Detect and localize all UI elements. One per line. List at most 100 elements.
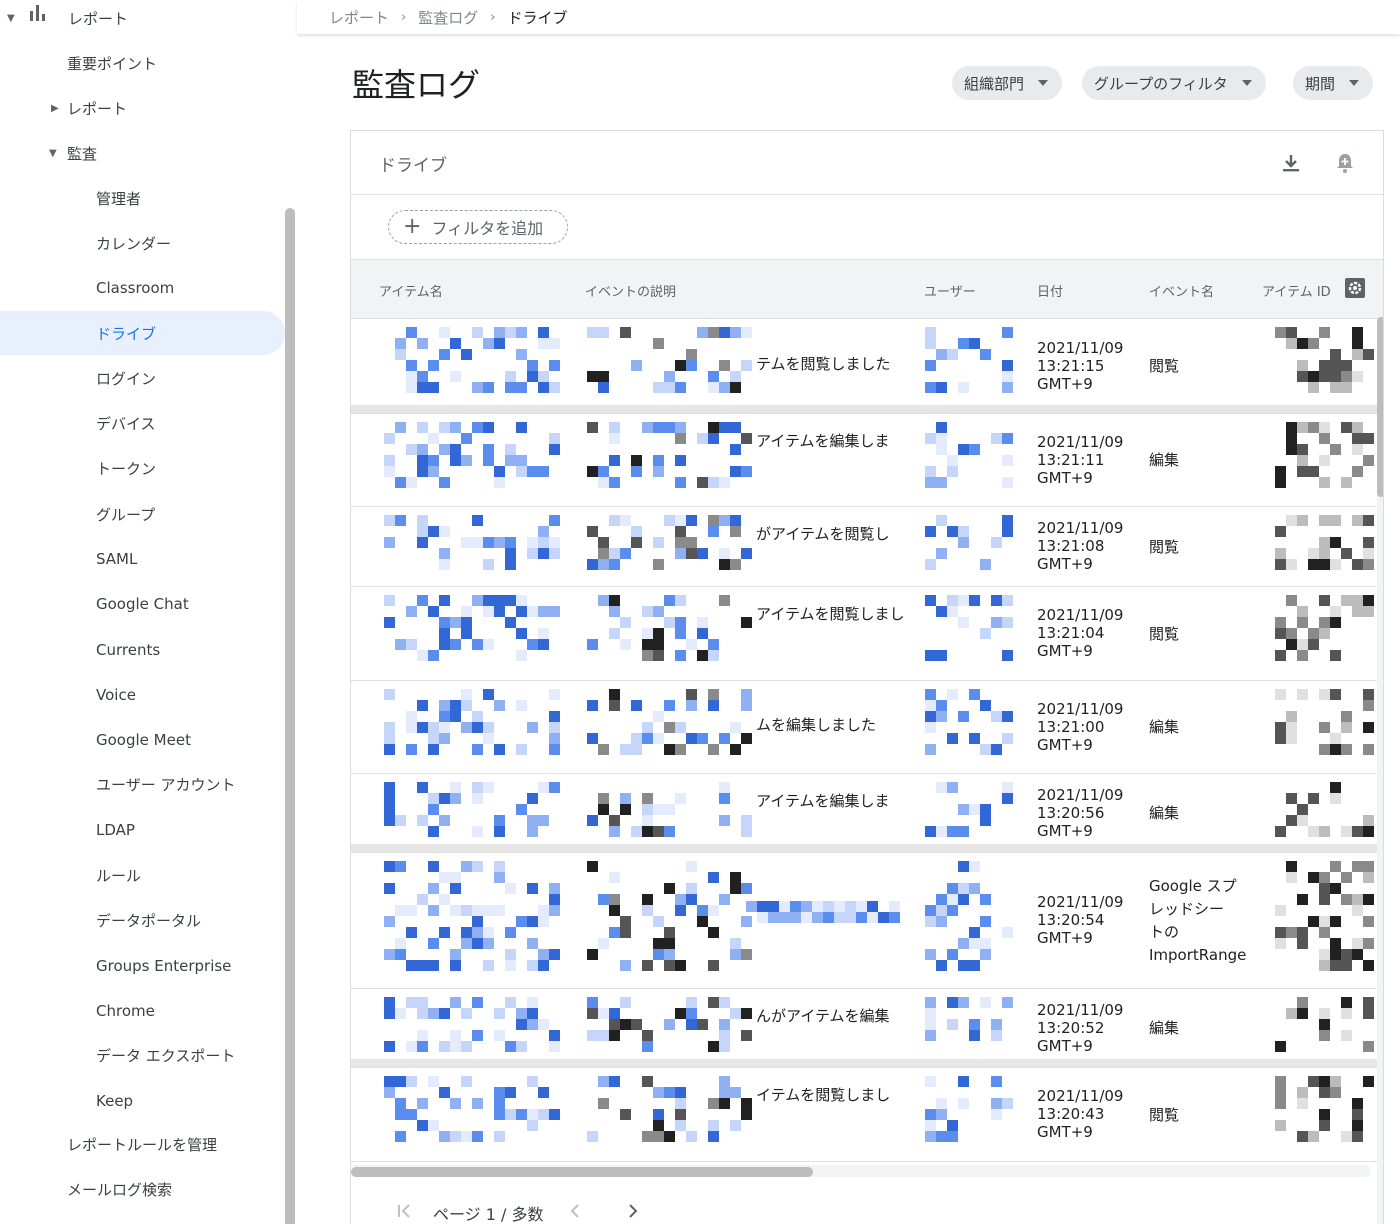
redacted-content xyxy=(925,422,1017,495)
table-row[interactable]: 2021/11/09 13:20:54 GMT+9 Google スプ レッドシー トの I… xyxy=(351,853,1377,989)
table-horizontal-scrollbar[interactable] xyxy=(351,1165,1371,1177)
table-row[interactable]: アイテムを編集しま 2021/11/09 13:20:56 GMT+9 編集 xyxy=(351,774,1377,853)
sidebar-item-audit-sub[interactable]: ユーザー アカウント xyxy=(0,763,285,807)
date-line: 2021/11/09 xyxy=(1037,519,1124,537)
sidebar-item-label: Google Meet xyxy=(96,730,191,749)
gear-icon[interactable] xyxy=(1345,278,1365,298)
org-unit-filter[interactable]: 組織部門 xyxy=(952,66,1063,100)
sidebar-scrollbar[interactable] xyxy=(285,208,295,1224)
column-header-item-name[interactable]: アイテム名 xyxy=(379,281,443,300)
row-divider xyxy=(351,405,1377,413)
event-name-line: ImportRange xyxy=(1149,946,1247,964)
date-line: 13:21:15 xyxy=(1037,356,1105,375)
table-row[interactable]: アイテムを閲覧しまし 2021/11/09 13:21:04 GMT+9 閲覧 xyxy=(351,587,1377,681)
date-cell: 2021/11/09 13:21:15 GMT+9 xyxy=(1037,339,1123,393)
sidebar-item-manage-rules[interactable]: レポートルールを管理 xyxy=(0,1122,285,1166)
table-row[interactable]: テムを閲覧しました 2021/11/09 13:21:15 GMT+9 閲覧 xyxy=(351,319,1377,414)
sidebar-item-audit-sub[interactable]: ドライブ xyxy=(0,311,285,356)
redacted-content xyxy=(925,861,1017,977)
sidebar-item-audit-sub[interactable]: Chrome xyxy=(0,989,285,1033)
breadcrumb-audit-log[interactable]: 監査ログ xyxy=(418,7,478,28)
sidebar-item-highlights[interactable]: 重要ポイント xyxy=(0,41,285,85)
sidebar-item-audit-sub[interactable]: デバイス xyxy=(0,402,285,446)
event-name-line: 閲覧 xyxy=(1149,537,1180,556)
group-filter[interactable]: グループのフィルタ xyxy=(1082,66,1266,100)
sidebar-item-audit-sub[interactable]: データポータル xyxy=(0,898,285,942)
sidebar-item-audit-sub[interactable]: SAML xyxy=(0,537,285,581)
column-header-event-description[interactable]: イベントの説明 xyxy=(585,281,676,300)
sidebar-item-label: SAML xyxy=(96,550,138,569)
date-line: 2021/11/09 xyxy=(1037,432,1124,451)
redacted-content xyxy=(384,689,564,762)
breadcrumb-reports[interactable]: レポート xyxy=(329,7,389,28)
sidebar-item-audit-sub[interactable]: Voice xyxy=(0,673,285,717)
redacted-content xyxy=(384,595,564,669)
date-line: GMT+9 xyxy=(1037,1123,1093,1141)
column-header-item-id[interactable]: アイテム ID xyxy=(1262,281,1331,300)
sidebar-item-audit-sub[interactable]: Keep xyxy=(0,1079,285,1123)
table-row[interactable]: イテムを閲覧しまし 2021/11/09 13:20:43 GMT+9 閲覧 xyxy=(351,1068,1377,1162)
sidebar-item-audit-sub[interactable]: Google Meet xyxy=(0,718,285,762)
sidebar-item-audit-sub[interactable]: LDAP xyxy=(0,808,285,852)
date-line: 2021/11/09 xyxy=(1037,1087,1124,1105)
column-header-date[interactable]: 日付 xyxy=(1037,281,1063,300)
sidebar-item-audit-sub[interactable]: カレンダー xyxy=(0,221,285,265)
table-row[interactable]: アイテムを編集しま 2021/11/09 13:21:11 GMT+9 編集 xyxy=(351,414,1377,507)
sidebar-item-audit-sub[interactable]: 管理者 xyxy=(0,176,285,220)
table-row[interactable]: がアイテムを閲覧し 2021/11/09 13:21:08 GMT+9 閲覧 xyxy=(351,507,1377,587)
sidebar-item-audit[interactable]: ▼ 監査 xyxy=(0,131,285,175)
redacted-content xyxy=(1275,422,1375,495)
scrollbar-thumb[interactable] xyxy=(351,1167,813,1177)
sidebar-item-email-log[interactable]: メールログ検索 xyxy=(0,1167,285,1211)
redacted-content xyxy=(384,422,564,495)
page-indicator: ページ 1 / 多数 xyxy=(433,1205,544,1224)
sidebar-item-audit-sub[interactable]: ログイン xyxy=(0,357,285,401)
event-name-line: 閲覧 xyxy=(1149,357,1180,375)
sidebar-item-audit-sub[interactable]: ルール xyxy=(0,853,285,897)
table-row[interactable]: んがアイテムを編集 2021/11/09 13:20:52 GMT+9 編集 xyxy=(351,989,1377,1068)
sidebar-item-audit-sub[interactable]: トークン xyxy=(0,447,285,491)
caret-down-icon xyxy=(1038,80,1049,86)
plus-icon: + xyxy=(403,214,422,239)
column-header-user[interactable]: ユーザー xyxy=(924,281,976,300)
row-divider xyxy=(351,1059,1377,1067)
add-alert-icon[interactable] xyxy=(1335,152,1355,174)
sidebar-item-label: LDAP xyxy=(96,821,135,840)
table-vertical-scrollbar[interactable] xyxy=(1377,317,1383,1224)
date-line: 2021/11/09 xyxy=(1037,338,1124,357)
date-line: 2021/11/09 xyxy=(1037,1000,1124,1019)
sidebar-item-reports-root[interactable]: ▼ レポート xyxy=(0,0,285,40)
sidebar-item-audit-sub[interactable]: Google Chat xyxy=(0,582,285,626)
date-line: 2021/11/09 xyxy=(1037,893,1124,911)
redacted-content xyxy=(1275,782,1375,841)
row-divider xyxy=(351,844,1377,852)
table-row[interactable]: ムを編集しました 2021/11/09 13:21:00 GMT+9 編集 xyxy=(351,681,1377,774)
event-name-line: トの xyxy=(1149,923,1180,941)
add-filter-button[interactable]: + フィルタを追加 xyxy=(388,210,568,244)
sidebar-item-audit-sub[interactable]: Classroom xyxy=(0,266,285,310)
first-page-icon[interactable] xyxy=(397,1203,411,1219)
date-line: GMT+9 xyxy=(1037,374,1093,393)
redacted-content xyxy=(1275,595,1375,669)
next-page-icon[interactable] xyxy=(627,1203,639,1219)
redacted-content xyxy=(1275,997,1375,1056)
download-icon[interactable] xyxy=(1281,153,1301,173)
date-cell: 2021/11/09 13:20:52 GMT+9 xyxy=(1037,1001,1123,1055)
redacted-content xyxy=(384,997,564,1056)
sidebar-item-audit-sub[interactable]: グループ xyxy=(0,492,285,536)
event-name-line: 編集 xyxy=(1149,1019,1180,1037)
sidebar-item-reports[interactable]: ▶ レポート xyxy=(0,86,285,130)
date-cell: 2021/11/09 13:20:43 GMT+9 xyxy=(1037,1087,1123,1141)
sidebar-item-label: Voice xyxy=(96,685,136,704)
column-header-event-name[interactable]: イベント名 xyxy=(1149,281,1214,300)
period-filter[interactable]: 期間 xyxy=(1293,66,1374,100)
sidebar-item-audit-sub[interactable]: Currents xyxy=(0,628,285,672)
sidebar-item-label: 管理者 xyxy=(96,189,142,208)
scrollbar-thumb[interactable] xyxy=(1377,317,1383,497)
date-line: 13:20:43 xyxy=(1037,1105,1105,1123)
previous-page-icon[interactable] xyxy=(569,1203,581,1219)
sidebar-item-audit-sub[interactable]: データ エクスポート xyxy=(0,1034,285,1078)
redacted-content xyxy=(587,997,752,1056)
sidebar-item-label: Classroom xyxy=(96,279,175,298)
sidebar-item-audit-sub[interactable]: Groups Enterprise xyxy=(0,944,285,988)
